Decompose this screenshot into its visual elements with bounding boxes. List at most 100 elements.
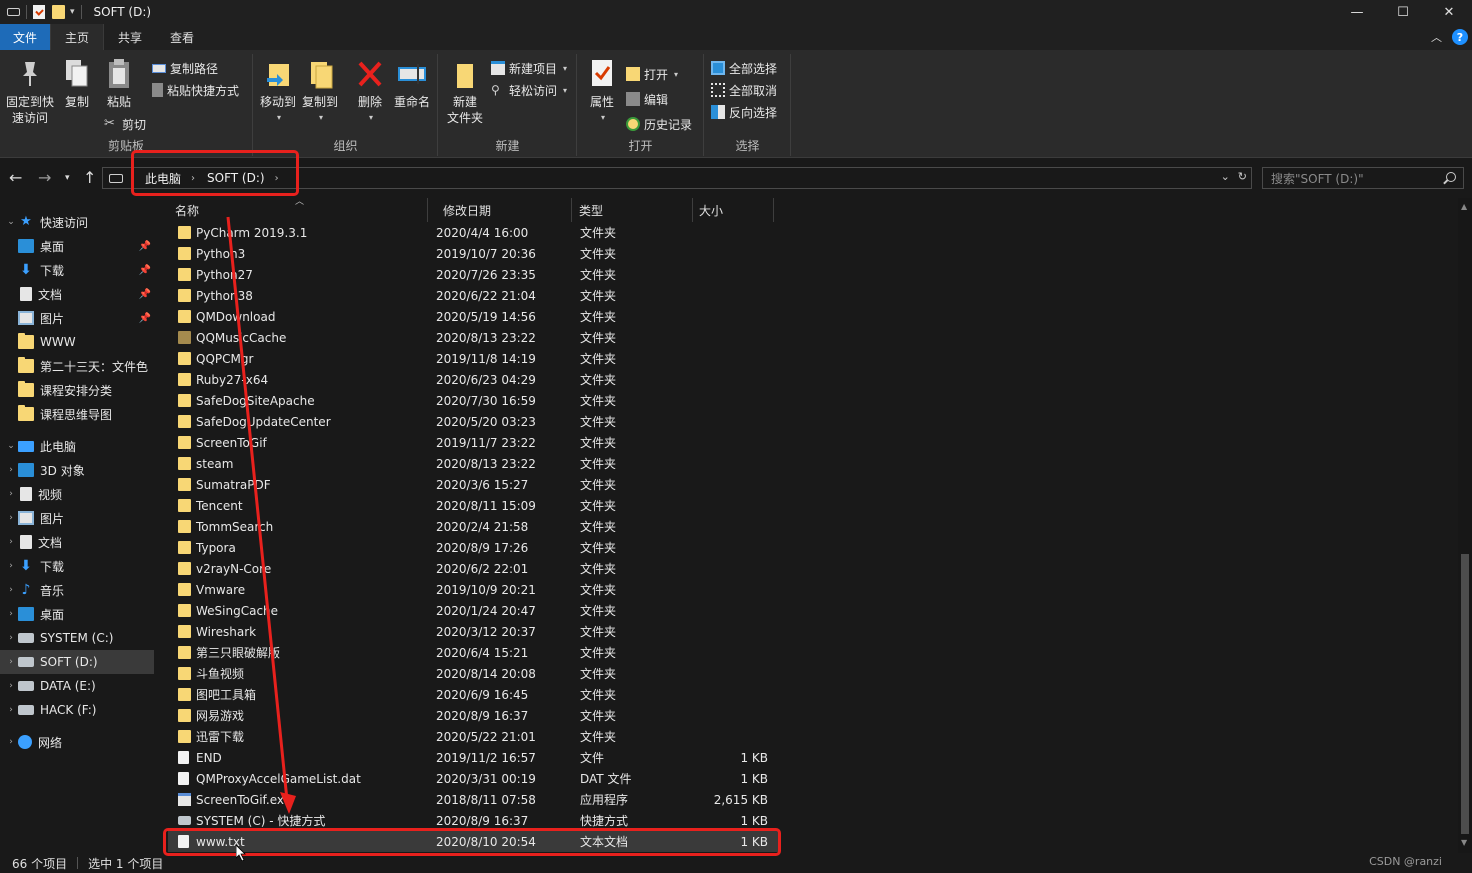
address-bar[interactable]: 此电脑 › SOFT (D:) › ⌄ ↻ bbox=[102, 167, 1252, 189]
expand-chevron-icon[interactable]: › bbox=[4, 465, 18, 475]
paste-shortcut-button[interactable]: 粘贴快捷方式 bbox=[152, 80, 239, 100]
table-row[interactable]: 斗鱼视频 2020/8/14 20:08 文件夹 bbox=[168, 663, 778, 684]
table-row[interactable]: 图吧工具箱 2020/6/9 16:45 文件夹 bbox=[168, 684, 778, 705]
minimize-button[interactable]: — bbox=[1334, 0, 1380, 24]
table-row[interactable]: Python27 2020/7/26 23:35 文件夹 bbox=[168, 264, 778, 285]
nav-pc-item[interactable]: › SOFT (D:) bbox=[0, 650, 154, 674]
table-row[interactable]: 第三只眼破解版 2020/6/4 15:21 文件夹 bbox=[168, 642, 778, 663]
nav-pc-item[interactable]: › 桌面 bbox=[0, 602, 157, 626]
up-arrow-icon[interactable]: ↑ bbox=[83, 168, 96, 187]
table-row[interactable]: Ruby27-x64 2020/6/23 04:29 文件夹 bbox=[168, 369, 778, 390]
search-icon[interactable] bbox=[1446, 172, 1456, 182]
expand-chevron-icon[interactable]: › bbox=[4, 705, 18, 715]
customize-quick-access-icon[interactable]: ▾ bbox=[70, 7, 75, 17]
search-box[interactable]: 搜索"SOFT (D:)" bbox=[1262, 167, 1464, 189]
new-item-button[interactable]: 新建项目 ▾ bbox=[491, 58, 567, 78]
table-row[interactable]: www.txt 2020/8/10 20:54 文本文档 1 KB bbox=[168, 831, 778, 852]
new-folder-quick-icon[interactable] bbox=[52, 5, 65, 19]
breadcrumb-chevron-icon[interactable]: › bbox=[275, 173, 279, 184]
nav-pc-item[interactable]: › SYSTEM (C:) bbox=[0, 626, 157, 650]
select-all-button[interactable]: 全部选择 bbox=[711, 58, 777, 78]
nav-quick-item[interactable]: WWW bbox=[0, 330, 157, 354]
nav-pc-item[interactable]: › ⬇ 下载 bbox=[0, 554, 157, 578]
table-row[interactable]: QQPCMgr 2019/11/8 14:19 文件夹 bbox=[168, 348, 778, 369]
invert-selection-button[interactable]: 反向选择 bbox=[711, 102, 777, 122]
column-header-type[interactable]: 类型 bbox=[572, 198, 693, 222]
delete-button[interactable]: 删除 ▾ bbox=[352, 58, 388, 126]
scroll-up-icon[interactable]: ▲ bbox=[1461, 202, 1467, 211]
nav-pc-item[interactable]: › 视频 bbox=[0, 482, 157, 506]
nav-quick-item[interactable]: 文档 📌 bbox=[0, 282, 157, 306]
tab-view[interactable]: 查看 bbox=[156, 24, 208, 50]
expand-chevron-icon[interactable]: ⌄ bbox=[4, 441, 18, 451]
table-row[interactable]: Python38 2020/6/22 21:04 文件夹 bbox=[168, 285, 778, 306]
breadcrumb-this-pc[interactable]: 此电脑 bbox=[145, 170, 181, 187]
tab-share[interactable]: 共享 bbox=[104, 24, 156, 50]
properties-button[interactable]: 属性 ▾ bbox=[586, 58, 618, 126]
expand-chevron-icon[interactable]: ⌄ bbox=[4, 217, 18, 227]
new-folder-button[interactable]: 新建 文件夹 bbox=[445, 58, 485, 126]
expand-chevron-icon[interactable]: › bbox=[4, 585, 18, 595]
nav-network[interactable]: › 网络 bbox=[0, 730, 157, 754]
nav-pc-item[interactable]: › HACK (F:) bbox=[0, 698, 157, 722]
nav-pc-item[interactable]: › 图片 bbox=[0, 506, 157, 530]
expand-chevron-icon[interactable]: › bbox=[4, 657, 18, 667]
nav-pc-item[interactable]: › DATA (E:) bbox=[0, 674, 157, 698]
easy-access-button[interactable]: ⚲ 轻松访问 ▾ bbox=[491, 80, 567, 100]
expand-chevron-icon[interactable]: › bbox=[4, 537, 18, 547]
breadcrumb-soft-d[interactable]: SOFT (D:) bbox=[207, 171, 265, 185]
breadcrumb-chevron-icon[interactable]: › bbox=[191, 173, 195, 184]
nav-this-pc[interactable]: ⌄ 此电脑 bbox=[0, 434, 157, 458]
forward-arrow-icon[interactable]: → bbox=[38, 168, 51, 187]
expand-chevron-icon[interactable]: › bbox=[4, 489, 18, 499]
tab-home[interactable]: 主页 bbox=[50, 24, 105, 50]
table-row[interactable]: TommSearch 2020/2/4 21:58 文件夹 bbox=[168, 516, 778, 537]
table-row[interactable]: Python3 2019/10/7 20:36 文件夹 bbox=[168, 243, 778, 264]
pin-to-quick-access-button[interactable]: 固定到快 速访问 bbox=[6, 58, 54, 126]
pinned-icon[interactable]: 📌 bbox=[139, 289, 151, 300]
table-row[interactable]: PyCharm 2019.3.1 2020/4/4 16:00 文件夹 bbox=[168, 222, 778, 243]
table-row[interactable]: Tencent 2020/8/11 15:09 文件夹 bbox=[168, 495, 778, 516]
table-row[interactable]: SYSTEM (C) - 快捷方式 2020/8/9 16:37 快捷方式 1 KB bbox=[168, 810, 778, 831]
help-icon[interactable]: ? bbox=[1452, 29, 1468, 45]
pinned-icon[interactable]: 📌 bbox=[139, 265, 151, 276]
table-row[interactable]: END 2019/11/2 16:57 文件 1 KB bbox=[168, 747, 778, 768]
cut-button[interactable]: ✂ 剪切 bbox=[104, 114, 146, 134]
nav-quick-item[interactable]: 图片 📌 bbox=[0, 306, 157, 330]
table-row[interactable]: Vmware 2019/10/9 20:21 文件夹 bbox=[168, 579, 778, 600]
pinned-icon[interactable]: 📌 bbox=[139, 313, 151, 324]
recent-locations-chevron-icon[interactable]: ▾ bbox=[65, 173, 70, 183]
back-arrow-icon[interactable]: ← bbox=[9, 168, 22, 187]
table-row[interactable]: Typora 2020/8/9 17:26 文件夹 bbox=[168, 537, 778, 558]
nav-quick-access[interactable]: ⌄ ★ 快速访问 bbox=[0, 210, 157, 234]
nav-pc-item[interactable]: › 3D 对象 bbox=[0, 458, 157, 482]
nav-quick-item[interactable]: ⬇ 下载 📌 bbox=[0, 258, 157, 282]
column-header-size[interactable]: 大小 bbox=[693, 198, 774, 222]
nav-quick-item[interactable]: 桌面 📌 bbox=[0, 234, 157, 258]
select-none-button[interactable]: 全部取消 bbox=[711, 80, 777, 100]
table-row[interactable]: SumatraPDF 2020/3/6 15:27 文件夹 bbox=[168, 474, 778, 495]
properties-quick-icon[interactable] bbox=[33, 5, 45, 19]
expand-chevron-icon[interactable]: › bbox=[4, 681, 18, 691]
table-row[interactable]: QMProxyAccelGameList.dat 2020/3/31 00:19 D… bbox=[168, 768, 778, 789]
expand-chevron-icon[interactable]: › bbox=[4, 737, 18, 747]
table-row[interactable]: Wireshark 2020/3/12 20:37 文件夹 bbox=[168, 621, 778, 642]
table-row[interactable]: 网易游戏 2020/8/9 16:37 文件夹 bbox=[168, 705, 778, 726]
move-to-button[interactable]: 移动到 ▾ bbox=[258, 58, 298, 126]
column-header-date[interactable]: 修改日期 bbox=[428, 198, 572, 222]
copy-button[interactable]: 复制 bbox=[62, 58, 92, 110]
table-row[interactable]: ScreenToGif.exe 2018/8/11 07:58 应用程序 2,615 … bbox=[168, 789, 778, 810]
copy-path-button[interactable]: 复制路径 bbox=[152, 58, 218, 78]
edit-button[interactable]: 编辑 bbox=[626, 89, 668, 109]
table-row[interactable]: v2rayN-Core 2020/6/2 22:01 文件夹 bbox=[168, 558, 778, 579]
expand-chevron-icon[interactable]: › bbox=[4, 609, 18, 619]
table-row[interactable]: QMDownload 2020/5/19 14:56 文件夹 bbox=[168, 306, 778, 327]
rename-button[interactable]: 重命名 bbox=[392, 58, 432, 110]
scroll-down-icon[interactable]: ▼ bbox=[1461, 838, 1467, 847]
pinned-icon[interactable]: 📌 bbox=[139, 241, 151, 252]
expand-chevron-icon[interactable]: › bbox=[4, 561, 18, 571]
paste-button[interactable]: 粘贴 bbox=[104, 58, 134, 110]
maximize-button[interactable]: ☐ bbox=[1380, 0, 1426, 24]
nav-quick-item[interactable]: 课程安排分类 bbox=[0, 378, 157, 402]
close-button[interactable]: ✕ bbox=[1426, 0, 1472, 24]
